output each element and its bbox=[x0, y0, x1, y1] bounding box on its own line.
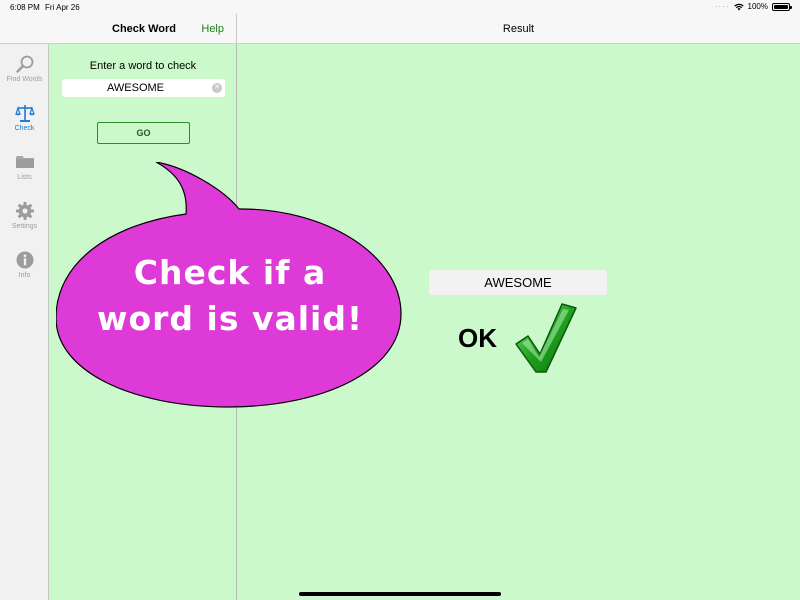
sidebar-item-label: Settings bbox=[11, 223, 38, 230]
bubble-text: Check if a word is valid! bbox=[70, 250, 390, 342]
right-navbar: Result bbox=[237, 14, 800, 44]
magnifier-icon bbox=[15, 55, 33, 73]
status-date: Fri Apr 26 bbox=[45, 3, 80, 12]
result-word: AWESOME bbox=[429, 270, 607, 295]
sidebar-item-label: Lists bbox=[17, 174, 32, 181]
info-icon bbox=[16, 251, 33, 269]
sidebar-item-label: Info bbox=[18, 272, 31, 279]
status-bar: 6:08 PM Fri Apr 26 ···· 100% bbox=[0, 0, 800, 14]
enter-word-prompt: Enter a word to check bbox=[89, 60, 197, 72]
result-status: OK bbox=[458, 323, 497, 353]
sidebar-item-label: Find Words bbox=[6, 76, 43, 83]
sidebar-item-info[interactable]: Info bbox=[0, 250, 49, 279]
status-right: ···· 100% bbox=[714, 2, 792, 11]
battery-percent: 100% bbox=[747, 2, 768, 11]
sidebar-item-check[interactable]: Check bbox=[0, 103, 49, 132]
sidebar-item-lists[interactable]: Lists bbox=[0, 152, 49, 181]
clear-input-icon[interactable]: ✕ bbox=[212, 83, 222, 93]
wifi-icon bbox=[733, 3, 744, 11]
sidebar-item-find-words[interactable]: Find Words bbox=[0, 54, 49, 83]
word-input[interactable] bbox=[62, 79, 225, 97]
status-time: 6:08 PM bbox=[10, 3, 40, 12]
gear-icon bbox=[15, 202, 34, 220]
sidebar-item-settings[interactable]: Settings bbox=[0, 201, 49, 230]
sidebar-item-label: Check bbox=[14, 125, 35, 132]
result-title: Result bbox=[502, 23, 535, 35]
bubble-line-1: Check if a bbox=[133, 253, 327, 292]
sidebar: Find Words Check Lists Settings Info bbox=[0, 44, 49, 600]
signal-icon: ···· bbox=[714, 2, 730, 11]
left-navbar: Check Word Help bbox=[0, 14, 237, 44]
battery-icon bbox=[772, 2, 792, 11]
go-button[interactable]: GO bbox=[97, 122, 190, 144]
help-button[interactable]: Help bbox=[201, 23, 224, 35]
folder-icon bbox=[15, 156, 34, 168]
checkmark-icon bbox=[515, 303, 577, 373]
bubble-line-2: word is valid! bbox=[96, 299, 364, 338]
scales-icon bbox=[14, 105, 35, 122]
home-indicator bbox=[299, 592, 501, 596]
